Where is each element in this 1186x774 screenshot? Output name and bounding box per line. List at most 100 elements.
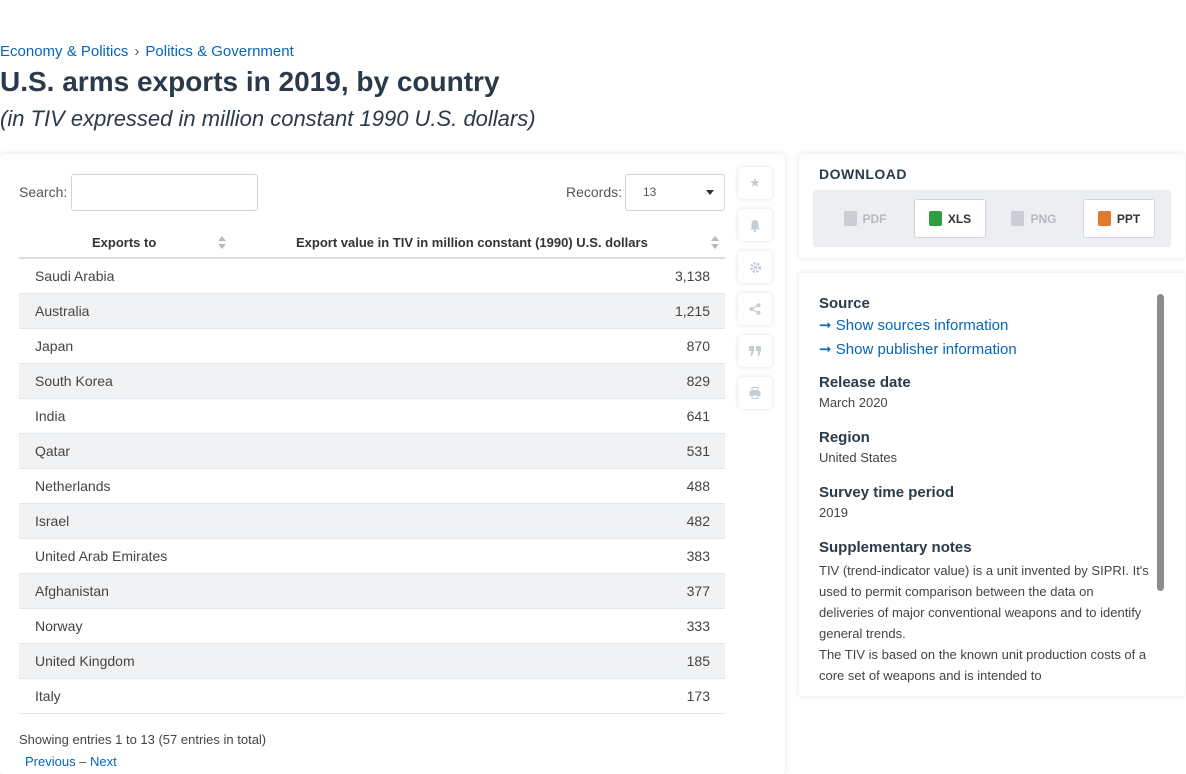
country-cell: United Arab Emirates [35,548,168,564]
gear-icon[interactable] [738,251,772,283]
export-value-cell: 870 [686,338,710,354]
table-row: Japan 870 [19,329,725,364]
country-cell: Saudi Arabia [35,268,115,284]
table-row: India 641 [19,399,725,434]
export-value-cell: 383 [686,548,710,564]
png-label: PNG [1030,211,1057,226]
country-cell: Australia [35,303,90,319]
ppt-file-icon [1097,211,1111,226]
country-cell: Afghanistan [35,583,109,599]
xls-label: XLS [947,211,972,226]
table-row: United Kingdom 185 [19,644,725,679]
share-icon[interactable] [738,293,772,325]
bell-icon[interactable] [738,209,772,241]
country-cell: Italy [35,688,61,704]
export-value-cell: 377 [686,583,710,599]
page-title: U.S. arms exports in 2019, by country [0,66,500,97]
supplementary-notes-text-2: The TIV is based on the known unit produ… [819,647,1147,683]
pager-separator: – [79,754,91,769]
country-cell: United Kingdom [35,653,135,669]
sort-icon[interactable] [218,236,226,250]
export-value-cell: 3,138 [674,268,710,284]
export-value-cell: 173 [686,688,710,704]
region-value: United States [819,450,898,465]
show-sources-link[interactable]: ➞ Show sources information [819,316,1149,334]
table-row: Saudi Arabia 3,138 [19,259,725,294]
next-link[interactable]: Next [90,754,117,769]
arrow-right-icon: ➞ [819,317,836,334]
supplementary-notes-text-1: TIV (trend-indicator value) is a unit in… [819,563,1149,641]
table-row: Norway 333 [19,609,725,644]
export-value-cell: 641 [686,408,710,424]
png-file-icon [1011,211,1025,226]
table-row: Israel 482 [19,504,725,539]
country-cell: Japan [35,338,74,354]
breadcrumb-politics-government[interactable]: Politics & Government [145,43,293,60]
country-cell: India [35,408,66,424]
search-label: Search: [19,184,68,200]
records-label: Records: [566,184,623,200]
source-heading: Source [819,295,870,312]
ppt-label: PPT [1116,211,1141,226]
pdf-download-button[interactable]: PDF [829,199,901,238]
breadcrumb: Economy & Politics › Politics & Government [0,43,294,60]
print-icon[interactable] [738,377,772,409]
table-row: South Korea 829 [19,364,725,399]
table-row: Qatar 531 [19,434,725,469]
entries-info: Showing entries 1 to 13 (57 entries in t… [19,732,267,747]
breadcrumb-separator: › [134,43,140,60]
arrow-right-icon: ➞ [819,341,836,358]
country-cell: Qatar [35,443,71,459]
column-header-export-value[interactable]: Export value in TIV in million constant … [296,235,648,250]
show-sources-label: Show sources information [835,317,1009,334]
country-cell: Netherlands [35,478,111,494]
survey-period-value: 2019 [819,505,848,520]
records-value: 13 [643,185,657,199]
show-publisher-label: Show publisher information [835,341,1017,358]
records-select[interactable]: 13 [625,174,725,211]
quote-icon[interactable] [738,335,772,367]
table-header: Exports to Export value in TIV in millio… [19,226,725,259]
table-row: Italy 173 [19,679,725,714]
sort-icon[interactable] [711,236,719,250]
table-row: Australia 1,215 [19,294,725,329]
xls-file-icon [928,211,942,226]
table-row: Netherlands 488 [19,469,725,504]
export-value-cell: 829 [686,373,710,389]
star-icon[interactable]: ★ [738,167,772,199]
png-download-button[interactable]: PNG [998,199,1070,238]
search-input[interactable] [71,174,258,211]
region-heading: Region [819,429,870,446]
table-row: Afghanistan 377 [19,574,725,609]
scrollbar-thumb[interactable] [1157,294,1164,591]
export-value-cell: 482 [686,513,710,529]
country-cell: Israel [35,513,70,529]
export-value-cell: 333 [686,618,710,634]
show-publisher-link[interactable]: ➞ Show publisher information [819,340,1149,358]
release-date-value: March 2020 [819,395,888,410]
export-value-cell: 185 [686,653,710,669]
release-date-heading: Release date [819,374,911,391]
country-cell: Norway [35,618,83,634]
chevron-down-icon [706,190,714,195]
page-subtitle: (in TIV expressed in million constant 19… [0,106,536,131]
breadcrumb-economy-politics[interactable]: Economy & Politics [0,43,128,60]
pagination: Previous – Next [25,754,117,769]
export-value-cell: 488 [686,478,710,494]
statistic-info-panel: Source ➞ Show sources information ➞ Show… [799,273,1185,696]
country-cell: South Korea [35,373,113,389]
export-value-cell: 531 [686,443,710,459]
table-body: Saudi Arabia 3,138 Australia 1,215 Japan 870 S… [19,259,725,714]
pdf-label: PDF [862,211,887,226]
ppt-download-button[interactable]: PPT [1083,199,1155,238]
column-header-exports-to[interactable]: Exports to [92,235,156,250]
export-value-cell: 1,215 [674,303,710,319]
xls-download-button[interactable]: XLS [914,199,986,238]
tool-sidebar: ★ [738,167,772,419]
table-row: United Arab Emirates 383 [19,539,725,574]
previous-link[interactable]: Previous [25,754,76,769]
supplementary-notes-heading: Supplementary notes [819,539,972,556]
download-title: DOWNLOAD [819,166,907,182]
pdf-file-icon [843,211,857,226]
survey-period-heading: Survey time period [819,484,955,501]
